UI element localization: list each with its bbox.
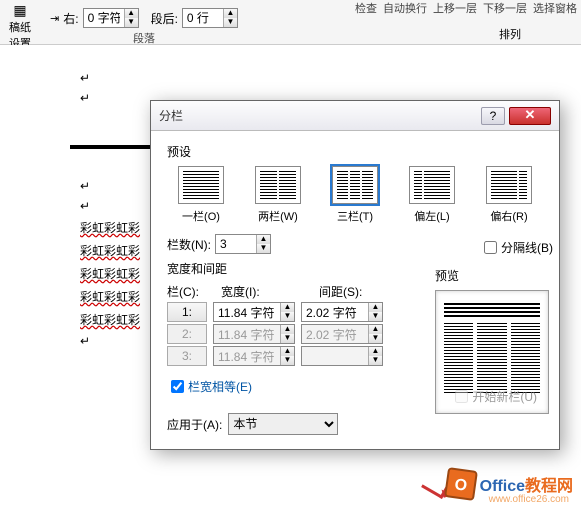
watermark-brand2: 教程网	[525, 478, 573, 495]
arrow-down-icon[interactable]: ▼	[257, 244, 270, 253]
office-badge-icon: O	[444, 467, 478, 501]
columns-dialog: 分栏 ? ✕ 预设 一栏(O) 两栏(W) 三栏(T) 偏左(L)	[150, 100, 560, 450]
spacing-header: 间距(S):	[319, 283, 411, 300]
menu-wrap[interactable]: 自动换行	[383, 0, 427, 16]
preset-one[interactable]: 一栏(O)	[173, 166, 229, 224]
start-new-input	[455, 390, 468, 403]
columns-count-label: 栏数(N):	[167, 236, 211, 253]
text-line: 彩虹彩虹彩	[80, 290, 140, 304]
presets-row: 一栏(O) 两栏(W) 三栏(T) 偏左(L) 偏右(R)	[173, 166, 537, 224]
arrow-down-icon[interactable]: ▼	[224, 18, 237, 27]
equal-width-input[interactable]	[171, 380, 184, 393]
watermark-url: www.office26.com	[489, 494, 569, 505]
text-line: 彩虹彩虹彩	[80, 221, 140, 235]
paragraph-group-label: 段落	[50, 30, 238, 46]
equal-width-label: 栏宽相等(E)	[188, 378, 252, 395]
equal-width-checkbox[interactable]: 栏宽相等(E)	[171, 378, 252, 395]
preset-two[interactable]: 两栏(W)	[250, 166, 306, 224]
preset-left-label: 偏左(L)	[414, 211, 449, 223]
dialog-title: 分栏	[159, 107, 481, 124]
arrow-down-icon[interactable]: ▼	[125, 18, 138, 27]
col2-spacing-input: ▲▼	[301, 324, 383, 344]
arrow-down-icon: ▼	[369, 334, 382, 343]
menu-check[interactable]: 检查	[355, 0, 377, 16]
spacing-after-input[interactable]: ▲▼	[182, 8, 238, 28]
divider-line-checkbox[interactable]: 分隔线(B)	[484, 239, 553, 256]
arrow-down-icon[interactable]: ▼	[281, 312, 294, 321]
preset-right[interactable]: 偏右(R)	[481, 166, 537, 224]
col3-spacing-input: ▲▼	[301, 346, 383, 366]
apply-to-select[interactable]: 本节	[228, 413, 338, 435]
ribbon-arrange-menu: 检查 自动换行 上移一层 下移一层 选择窗格	[355, 0, 577, 16]
close-button[interactable]: ✕	[509, 107, 551, 125]
width-header: 宽度(I):	[221, 283, 313, 300]
col-index: 2:	[167, 324, 207, 344]
preset-three-label: 三栏(T)	[337, 211, 373, 223]
preset-two-label: 两栏(W)	[258, 211, 298, 223]
ribbon-paragraph-group: ⇥ 右: ▲▼ 段后: ▲▼ 段落	[40, 0, 248, 44]
columns-count-input[interactable]: ▲▼	[215, 234, 271, 254]
menu-selection-pane[interactable]: 选择窗格	[533, 0, 577, 16]
col1-width-input[interactable]: ▲▼	[213, 302, 295, 322]
preset-three[interactable]: 三栏(T)	[327, 166, 383, 224]
preset-right-label: 偏右(R)	[490, 211, 527, 223]
gaozhi-icon: ▦	[2, 2, 38, 19]
start-new-label: 开始新栏(U)	[472, 388, 537, 405]
preset-left[interactable]: 偏左(L)	[404, 166, 460, 224]
ribbon-gaozhi-button[interactable]: ▦ 稿纸 设置 稿纸	[0, 0, 40, 44]
watermark-brand1: Office	[480, 478, 525, 495]
help-button[interactable]: ?	[481, 107, 505, 125]
col-index[interactable]: 1:	[167, 302, 207, 322]
col2-width-input: ▲▼	[213, 324, 295, 344]
col3-width-input: ▲▼	[213, 346, 295, 366]
menu-send-backward[interactable]: 下移一层	[483, 0, 527, 16]
arrow-down-icon[interactable]: ▼	[369, 312, 382, 321]
spacing-after-label: 段后:	[151, 10, 178, 27]
col-header: 栏(C):	[167, 283, 215, 300]
preset-one-label: 一栏(O)	[182, 211, 220, 223]
indent-icon: ⇥	[50, 12, 59, 25]
arrow-down-icon: ▼	[281, 356, 294, 365]
dialog-body: 预设 一栏(O) 两栏(W) 三栏(T) 偏左(L) 偏右(R)	[151, 131, 559, 449]
col-index: 3:	[167, 346, 207, 366]
dialog-titlebar[interactable]: 分栏 ? ✕	[151, 101, 559, 131]
arrange-group-label: 排列	[499, 26, 521, 42]
text-line: 彩虹彩虹彩	[80, 244, 140, 258]
ribbon: ▦ 稿纸 设置 稿纸 ⇥ 右: ▲▼ 段后: ▲▼ 段落 检查 自动换行 上移一…	[0, 0, 581, 45]
col1-spacing-input[interactable]: ▲▼	[301, 302, 383, 322]
start-new-column-checkbox: 开始新栏(U)	[455, 388, 537, 405]
apply-to-label: 应用于(A):	[167, 416, 222, 433]
divider-label: 分隔线(B)	[501, 239, 553, 256]
arrow-down-icon: ▼	[369, 356, 382, 365]
text-line: 彩虹彩虹彩	[80, 313, 140, 327]
preview-label: 预览	[435, 267, 549, 284]
text-line: 彩虹彩虹彩	[80, 267, 140, 281]
menu-bring-forward[interactable]: 上移一层	[433, 0, 477, 16]
indent-right-label: 右:	[63, 10, 78, 27]
divider-checkbox-input[interactable]	[484, 241, 497, 254]
presets-label: 预设	[167, 143, 543, 160]
arrow-down-icon: ▼	[281, 334, 294, 343]
indent-right-input[interactable]: ▲▼	[83, 8, 139, 28]
